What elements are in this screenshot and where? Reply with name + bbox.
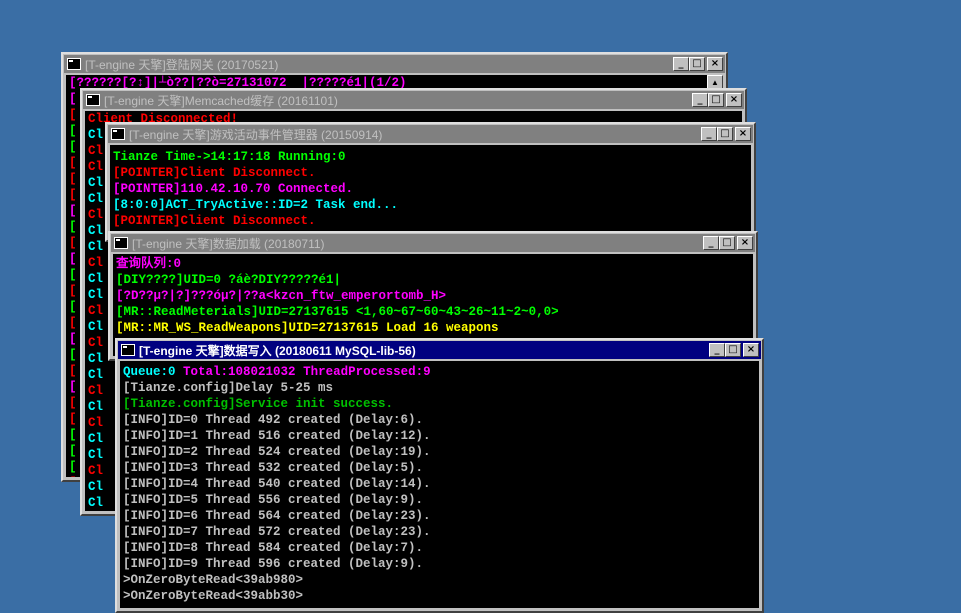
close-button[interactable]: ×: [737, 236, 753, 250]
console-line: [INFO]ID=7 Thread 572 created (Delay:23)…: [123, 525, 431, 539]
window-titlebar[interactable]: [T-engine 天擎]数据加载 (20180711) _ □ ×: [111, 234, 755, 252]
maximize-button[interactable]: □: [708, 93, 724, 107]
thread-processed: ThreadProcessed:9: [303, 365, 431, 379]
status-header: Queue:0 Total:108021032 ThreadProcessed:…: [123, 364, 759, 380]
window-title: [T-engine 天擎]数据写入 (20180611 MySQL-lib-56…: [139, 343, 416, 358]
console-line: [INFO]ID=0 Thread 492 created (Delay:6).: [123, 413, 424, 427]
console-line: [POINTER]Client Disconnect.: [113, 166, 316, 180]
window-title: [T-engine 天擎]数据加载 (20180711): [132, 236, 325, 251]
console-line: [INFO]ID=8 Thread 584 created (Delay:7).: [123, 541, 424, 555]
console-line: [INFO]ID=6 Thread 564 created (Delay:23)…: [123, 509, 431, 523]
console-line: [MR::MR_WS_ReadWeapons]UID=27137615 Load…: [116, 321, 499, 335]
console-output: Queue:0 Total:108021032 ThreadProcessed:…: [120, 361, 759, 608]
minimize-button[interactable]: _: [701, 127, 717, 141]
console-line: [Tianze.config]Delay 5-25 ms: [123, 381, 334, 395]
close-button[interactable]: ×: [707, 57, 723, 71]
console-line: [INFO]ID=1 Thread 516 created (Delay:12)…: [123, 429, 431, 443]
console-line: [INFO]ID=3 Thread 532 created (Delay:5).: [123, 461, 424, 475]
datawrite-console-window[interactable]: [T-engine 天擎]数据写入 (20180611 MySQL-lib-56…: [115, 338, 764, 613]
console-app-icon: [86, 94, 100, 106]
console-app-icon: [121, 344, 135, 356]
console-line: [INFO]ID=4 Thread 540 created (Delay:14)…: [123, 477, 431, 491]
console-line: [INFO]ID=5 Thread 556 created (Delay:9).: [123, 493, 424, 507]
window-titlebar[interactable]: [T-engine 天擎]数据写入 (20180611 MySQL-lib-56…: [118, 341, 761, 359]
close-button[interactable]: ×: [735, 127, 751, 141]
maximize-button[interactable]: □: [719, 236, 735, 250]
window-title: [T-engine 天擎]游戏活动事件管理器 (20150914): [129, 127, 383, 142]
console-line: >OnZeroByteRead<39abb30>: [123, 589, 304, 603]
total-count: Total:108021032: [183, 365, 296, 379]
console-line: 查询队列:0: [116, 257, 182, 271]
minimize-button[interactable]: _: [709, 343, 725, 357]
activity-console-window[interactable]: [T-engine 天擎]游戏活动事件管理器 (20150914) _ □ × …: [105, 122, 756, 242]
minimize-button[interactable]: _: [692, 93, 708, 107]
console-line: [MR::ReadMeterials]UID=27137615 <1,60~67…: [116, 305, 559, 319]
console-line: [INFO]ID=2 Thread 524 created (Delay:19)…: [123, 445, 431, 459]
console-line: [POINTER]Client Disconnect.: [113, 214, 316, 228]
close-button[interactable]: ×: [726, 93, 742, 107]
window-title: [T-engine 天擎]登陆网关 (20170521): [85, 57, 279, 72]
console-line: [Tianze.config]Service init success.: [123, 397, 394, 411]
console-line: [INFO]ID=9 Thread 596 created (Delay:9).: [123, 557, 424, 571]
window-titlebar[interactable]: [T-engine 天擎]游戏活动事件管理器 (20150914) _ □ ×: [108, 125, 753, 143]
window-titlebar[interactable]: [T-engine 天擎]登陆网关 (20170521) _ □ ×: [64, 55, 725, 73]
queue-count: Queue:0: [123, 365, 176, 379]
console-line: [8:0:0]ACT_TryActive::ID=2 Task end...: [113, 198, 399, 212]
maximize-button[interactable]: □: [717, 127, 733, 141]
console-line: [DIY????]UID=0 ?áè?DIY?????é1|: [116, 273, 342, 287]
close-button[interactable]: ×: [743, 343, 759, 357]
minimize-button[interactable]: _: [673, 57, 689, 71]
maximize-button[interactable]: □: [689, 57, 705, 71]
console-app-icon: [67, 58, 81, 70]
minimize-button[interactable]: _: [703, 236, 719, 250]
console-app-icon: [111, 128, 125, 140]
console-line: [POINTER]110.42.10.70 Connected.: [113, 182, 354, 196]
maximize-button[interactable]: □: [725, 343, 741, 357]
console-line: >OnZeroByteRead<39ab980>: [123, 573, 304, 587]
console-line: [?D??μ?|?]???óμ?|??a<kzcn_ftw_emperortom…: [116, 289, 447, 303]
console-line: Tianze Time->14:17:18 Running:0: [113, 150, 346, 164]
window-title: [T-engine 天擎]Memcached缓存 (20161101): [104, 93, 338, 108]
console-app-icon: [114, 237, 128, 249]
window-titlebar[interactable]: [T-engine 天擎]Memcached缓存 (20161101) _ □ …: [83, 91, 744, 109]
console-output: Tianze Time->14:17:18 Running:0 [POINTER]…: [110, 145, 751, 237]
